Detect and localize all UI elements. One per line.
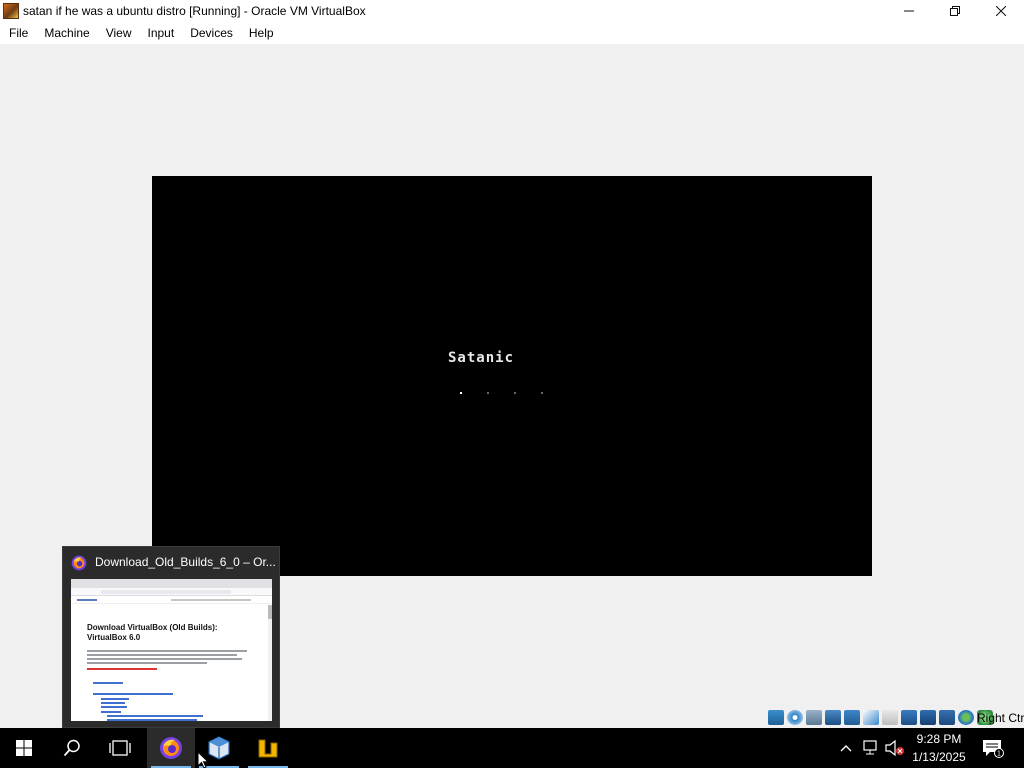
tray-volume[interactable] [884, 728, 906, 768]
thumb-link-line [101, 706, 127, 708]
menu-help[interactable]: Help [241, 22, 282, 44]
taskbar-thumbnail-preview[interactable]: Download_Old_Builds_6_0 – Or... Download… [62, 546, 280, 728]
cpu-icon[interactable] [939, 710, 955, 725]
thumb-scrollbar [268, 605, 272, 721]
mouse-integration-icon[interactable] [958, 710, 974, 725]
tray-network[interactable] [860, 728, 882, 768]
menu-bar: File Machine View Input Devices Help [0, 22, 1024, 44]
virtualbox-icon [208, 736, 230, 760]
thumb-text-line [87, 658, 242, 660]
search-icon [63, 739, 80, 757]
clock[interactable]: 9:28 PM 1/13/2025 [906, 730, 972, 766]
firefox-icon [160, 737, 182, 759]
clock-date: 1/13/2025 [912, 750, 966, 764]
window-controls [886, 0, 1024, 22]
notification-count: 1 [997, 751, 1001, 758]
menu-file[interactable]: File [0, 22, 36, 44]
taskbar-app[interactable] [244, 728, 292, 768]
progress-dot [514, 392, 516, 394]
thumb-link-line [107, 719, 197, 721]
thumb-link-line [101, 698, 129, 700]
host-key-label: Right Ctrl [977, 711, 1024, 725]
shared-folders-icon[interactable] [863, 710, 879, 725]
restore-button[interactable] [932, 0, 978, 22]
title-bar: satan if he was a ubuntu distro [Running… [0, 0, 1024, 22]
action-center-button[interactable]: 1 [980, 728, 1006, 768]
minimize-icon [904, 10, 914, 12]
progress-dot [487, 392, 489, 394]
recording-icon[interactable] [901, 710, 917, 725]
thumb-site-nav [71, 596, 272, 604]
usb-icon[interactable] [844, 710, 860, 725]
video-capture-icon[interactable] [920, 710, 936, 725]
preview-title: Download_Old_Builds_6_0 – Or... [95, 555, 275, 569]
status-indicators [768, 710, 993, 725]
restore-icon [950, 6, 960, 16]
mouse-cursor-icon [198, 752, 210, 768]
menu-machine[interactable]: Machine [36, 22, 97, 44]
thumb-text-line [87, 650, 247, 652]
minimize-button[interactable] [886, 0, 932, 22]
thumb-text-line [87, 662, 207, 664]
boot-splash-text: Satanic [448, 350, 515, 366]
progress-dot [541, 392, 543, 394]
app-icon [258, 739, 278, 758]
menu-devices[interactable]: Devices [182, 22, 241, 44]
thumb-link-line [107, 715, 203, 717]
virtualbox-app-icon [3, 3, 19, 19]
close-icon [996, 6, 1006, 16]
hard-disk-icon[interactable] [768, 710, 784, 725]
taskbar: 9:28 PM 1/13/2025 1 [0, 728, 1024, 768]
clock-time: 9:28 PM [916, 732, 962, 746]
thumb-heading-line2: VirtualBox 6.0 [87, 633, 141, 642]
thumb-warning-line [87, 668, 157, 670]
network-icon [863, 740, 877, 755]
thumb-link-line [93, 682, 123, 684]
firefox-icon [71, 555, 87, 571]
network-icon[interactable] [825, 710, 841, 725]
optical-drive-icon[interactable] [787, 710, 803, 725]
window-title: satan if he was a ubuntu distro [Running… [23, 4, 366, 18]
thumb-text-line [87, 654, 237, 656]
thumb-link-line [93, 693, 173, 695]
taskbar-firefox[interactable] [147, 728, 195, 768]
start-button[interactable] [0, 728, 48, 768]
close-button[interactable] [978, 0, 1024, 22]
notification-icon: 1 [983, 740, 1004, 758]
task-view-button[interactable] [96, 728, 144, 768]
progress-dot [460, 392, 462, 394]
thumb-url-bar [71, 588, 272, 596]
search-button[interactable] [48, 728, 96, 768]
thumb-link-line [101, 711, 121, 713]
thumb-tab-strip [71, 579, 272, 588]
vm-screen[interactable]: Satanic [152, 176, 872, 576]
menu-view[interactable]: View [98, 22, 140, 44]
preview-page-thumbnail: Download VirtualBox (Old Builds): Virtua… [71, 579, 272, 721]
thumb-page-heading: Download VirtualBox (Old Builds): Virtua… [87, 623, 257, 643]
volume-muted-icon [885, 740, 904, 756]
boot-progress-dots [460, 392, 543, 394]
thumb-link-line [101, 702, 125, 704]
tray-overflow-button[interactable] [836, 728, 856, 768]
menu-input[interactable]: Input [140, 22, 183, 44]
chevron-up-icon [840, 745, 852, 752]
display-icon[interactable] [882, 710, 898, 725]
task-view-icon [109, 740, 131, 756]
audio-icon[interactable] [806, 710, 822, 725]
thumb-heading-line1: Download VirtualBox (Old Builds): [87, 623, 218, 632]
windows-start-icon [16, 740, 32, 756]
